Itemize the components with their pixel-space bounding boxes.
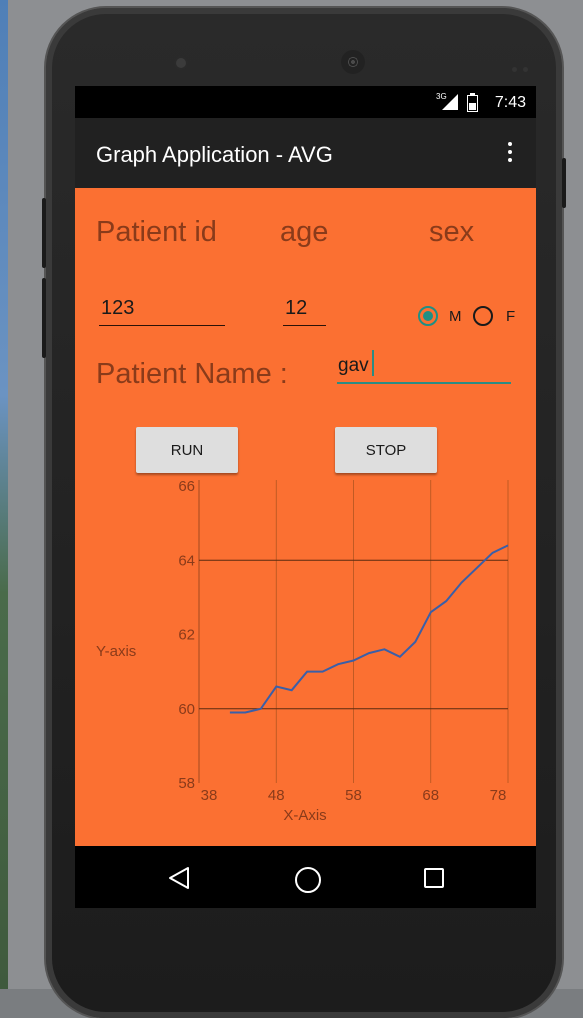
age-label: age	[280, 216, 329, 248]
x-tick-label: 78	[490, 787, 507, 804]
series-line	[229, 544, 509, 714]
sex-radio-f[interactable]	[473, 306, 493, 326]
patient-id-label: Patient id	[96, 216, 217, 248]
status-time: 7:43	[494, 94, 526, 111]
sex-radio-m-label: M	[449, 308, 462, 325]
age-underline	[283, 325, 326, 326]
volume-button[interactable]	[42, 198, 46, 268]
back-icon[interactable]	[168, 866, 190, 890]
y-tick-label: 58	[178, 775, 195, 792]
front-camera-icon	[176, 58, 186, 68]
y-tick-label: 60	[178, 701, 195, 718]
line-chart: 58 60 62 64 66 38 48 58 68 78 Y-axis X-Axis	[96, 478, 509, 824]
y-tick-label: 64	[178, 552, 195, 569]
chart-ticks: 58 60 62 64 66 38 48 58 68 78	[178, 478, 506, 804]
patient-name-input[interactable]: gav	[338, 355, 369, 377]
sex-radio-f-label: F	[506, 308, 516, 325]
x-axis-label: X-Axis	[283, 807, 326, 824]
chart-grid	[198, 480, 509, 783]
signal-icon: 3G	[436, 92, 458, 110]
y-tick-label: 62	[178, 627, 195, 644]
x-tick-label: 38	[201, 787, 218, 804]
system-nav-bar	[75, 846, 536, 908]
y-axis-label: Y-axis	[96, 643, 136, 660]
text-cursor	[372, 350, 374, 376]
side-key[interactable]	[562, 158, 566, 208]
battery-icon	[467, 93, 478, 112]
x-tick-label: 68	[422, 787, 439, 804]
app-title: Graph Application - AVG	[96, 142, 333, 167]
recents-icon[interactable]	[424, 868, 444, 888]
y-tick-label: 66	[178, 478, 195, 495]
sex-radio-m[interactable]	[418, 306, 438, 326]
patient-name-label: Patient Name :	[96, 358, 288, 390]
power-button[interactable]	[42, 278, 46, 358]
home-icon[interactable]	[295, 867, 321, 893]
proximity-sensor	[512, 59, 534, 72]
device-screen: 3G 7:43 Graph Application - AVG Patient …	[75, 86, 536, 908]
overflow-menu-icon[interactable]	[508, 142, 512, 164]
earpiece-speaker-icon	[341, 50, 365, 74]
patient-name-underline	[337, 382, 511, 384]
sex-label: sex	[429, 216, 475, 248]
status-bar: 3G 7:43	[75, 86, 536, 118]
age-input[interactable]: 12	[285, 297, 307, 320]
patient-id-input[interactable]: 123	[101, 297, 134, 320]
patient-id-underline	[99, 325, 225, 326]
app-toolbar: Graph Application - AVG	[75, 118, 536, 188]
x-tick-label: 48	[268, 787, 285, 804]
x-tick-label: 58	[345, 787, 362, 804]
